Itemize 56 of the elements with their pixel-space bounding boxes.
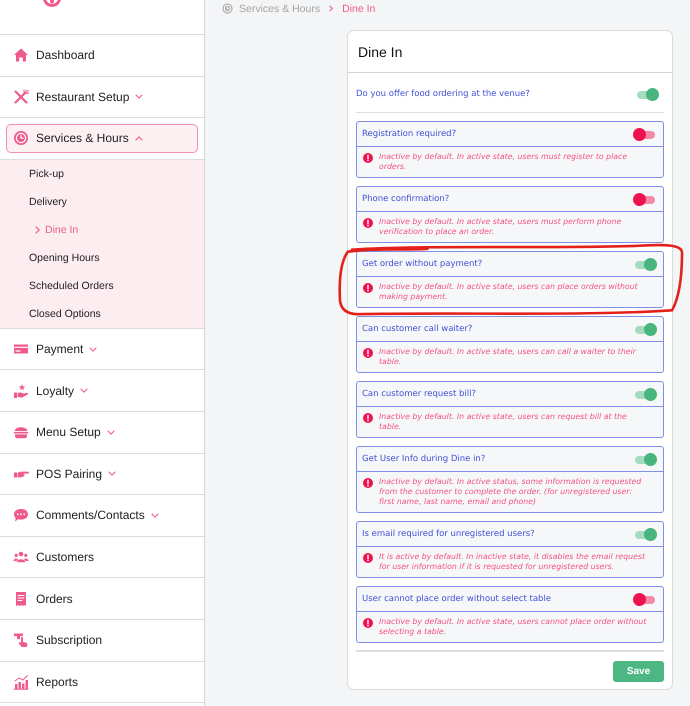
info-icon <box>363 218 373 228</box>
setting-label: Get User Info during Dine in? <box>362 454 486 464</box>
toggle-switch[interactable] <box>633 192 657 206</box>
submenu-item[interactable]: Delivery <box>29 188 67 216</box>
logo-icon <box>42 0 62 7</box>
toggle-switch[interactable] <box>633 388 657 400</box>
clock-icon <box>222 3 233 14</box>
setting-label: Can customer call waiter? <box>362 324 472 334</box>
nav-item[interactable]: Comments/Contacts <box>6 500 198 530</box>
toggle-switch[interactable] <box>635 88 659 100</box>
nav-item[interactable]: Menu Setup <box>6 418 198 447</box>
hand-star-icon <box>13 382 29 399</box>
submenu-item[interactable]: Pick-up <box>29 160 64 188</box>
nav-item[interactable]: Payment <box>6 334 198 364</box>
nav-item[interactable]: Loyalty <box>6 376 198 406</box>
chevron-right-icon <box>35 226 40 234</box>
toggle-switch[interactable] <box>633 592 657 606</box>
nav-item[interactable]: Restaurant Setup <box>6 82 198 112</box>
info-icon <box>363 478 373 488</box>
receipt-icon <box>13 590 29 607</box>
nav-item[interactable]: Dashboard <box>6 40 198 70</box>
submenu-item[interactable]: Scheduled Orders <box>29 272 114 300</box>
submenu-item[interactable]: Opening Hours <box>29 244 100 272</box>
setting-label: Do you offer food ordering at the venue? <box>356 89 530 99</box>
clock-icon <box>13 130 29 146</box>
nav-item[interactable]: Customers <box>6 542 198 572</box>
card-title: Dine In <box>358 44 402 60</box>
toggle-switch[interactable] <box>633 528 657 540</box>
toggle-switch[interactable] <box>633 452 657 466</box>
nav-item[interactable]: POS Pairing <box>6 459 198 488</box>
chevron-right-icon <box>329 5 334 12</box>
submenu-item[interactable]: Closed Options <box>29 300 101 328</box>
setting-label: User cannot place order without select table <box>362 594 552 604</box>
setting-label: Is email required for unregistered users? <box>362 529 535 539</box>
home-icon <box>13 47 29 64</box>
setting-label: Phone confirmation? <box>362 194 450 204</box>
toggle-switch[interactable] <box>633 128 657 140</box>
nav-item[interactable]: Reports <box>6 667 198 696</box>
info-icon <box>363 282 373 292</box>
setting-label: Get order without payment? <box>362 259 482 269</box>
chat-icon <box>13 507 29 524</box>
hand-tap-icon <box>13 632 29 648</box>
toggle-switch[interactable] <box>633 258 657 270</box>
toggle-switch[interactable] <box>633 322 657 336</box>
nav-item[interactable]: Services & Hours <box>6 124 198 153</box>
nav-item[interactable]: Subscription <box>6 626 198 655</box>
info-icon <box>363 348 373 358</box>
setting-label: Can customer request bill? <box>362 389 476 399</box>
info-icon <box>363 152 373 162</box>
info-icon <box>363 618 373 628</box>
info-icon <box>363 552 373 562</box>
setting-label: Registration required? <box>362 129 456 139</box>
nav-item[interactable]: Orders <box>6 584 198 614</box>
info-icon <box>363 412 373 422</box>
fork-knife-icon <box>13 88 29 105</box>
bar-chart-icon <box>13 674 29 690</box>
